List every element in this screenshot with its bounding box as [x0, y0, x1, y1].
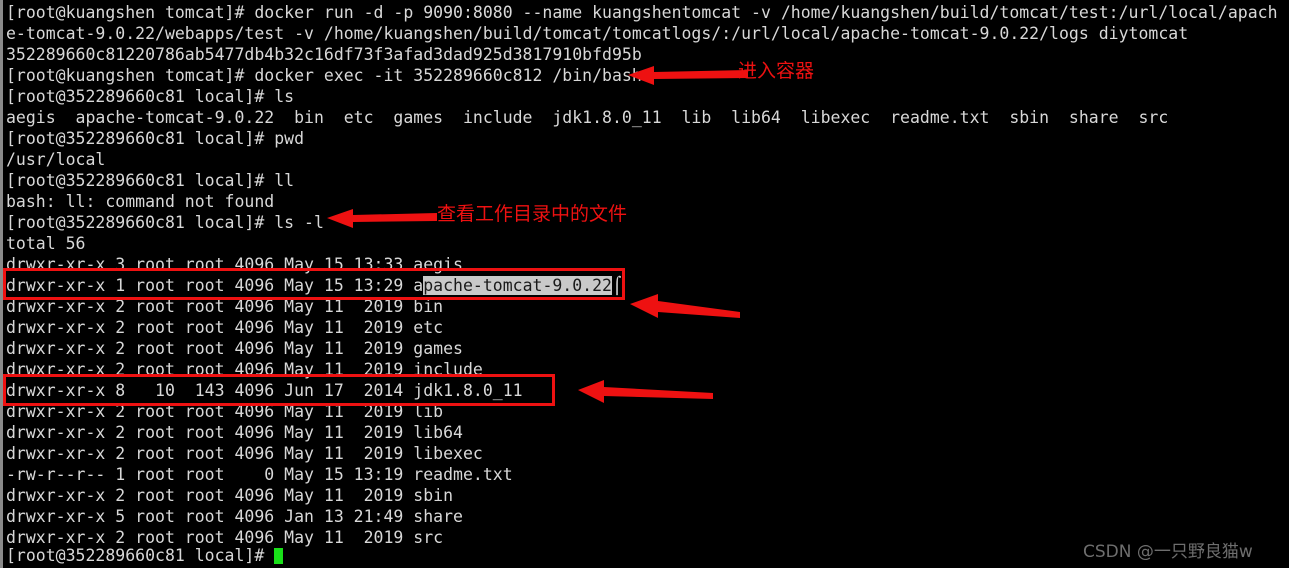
terminal-line: drwxr-xr-x 2 root root 4096 May 11 2019 …: [6, 402, 444, 421]
terminal-line: drwxr-xr-x 2 root root 4096 May 11 2019 …: [6, 486, 454, 505]
csdn-watermark: CSDN @一只野良猫w: [1083, 542, 1253, 562]
annotation-arrow-enter-container: [628, 66, 748, 85]
terminal-line: [root@kuangshen tomcat]# docker exec -it…: [6, 66, 642, 85]
terminal-line: drwxr-xr-x 2 root root 4096 May 11 2019 …: [6, 444, 483, 463]
annotation-arrow-jdk: [578, 380, 713, 403]
terminal-line: bash: ll: command not found: [6, 192, 275, 211]
terminal-window[interactable]: [root@kuangshen tomcat]# docker run -d -…: [0, 0, 1289, 568]
terminal-line: /usr/local: [6, 150, 106, 169]
terminal-line-selected: drwxr-xr-x 1 root root 4096 May 15 13:29…: [6, 275, 622, 296]
terminal-line: drwxr-xr-x 2 root root 4096 May 11 2019 …: [6, 360, 483, 379]
terminal-line: drwxr-xr-x 2 root root 4096 May 11 2019 …: [6, 423, 463, 442]
terminal-line: drwxr-xr-x 5 root root 4096 Jan 13 21:49…: [6, 507, 463, 526]
annotation-enter-container: 进入容器: [738, 60, 815, 82]
terminal-line: [root@352289660c81 local]# pwd: [6, 129, 305, 148]
terminal-line: drwxr-xr-x 8 10 143 4096 Jun 17 2014 jdk…: [6, 381, 523, 400]
terminal-line: e-tomcat-9.0.22/webapps/test -v /home/ku…: [6, 24, 1189, 43]
terminal-line: -rw-r--r-- 1 root root 0 May 15 13:19 re…: [6, 465, 513, 484]
terminal-line: drwxr-xr-x 3 root root 4096 May 15 13:33…: [6, 255, 463, 274]
terminal-line-prefix: drwxr-xr-x 1 root root 4096 May 15 13:29…: [6, 276, 424, 295]
terminal-line: drwxr-xr-x 2 root root 4096 May 11 2019 …: [6, 318, 444, 337]
terminal-line: aegis apache-tomcat-9.0.22 bin etc games…: [6, 108, 1169, 127]
annotation-list-working-dir-files: 查看工作目录中的文件: [437, 203, 628, 225]
terminal-line: drwxr-xr-x 2 root root 4096 May 11 2019 …: [6, 297, 444, 316]
annotation-arrow-apache-tomcat: [630, 294, 740, 318]
annotation-arrow-list-files: [327, 209, 437, 228]
cursor-block-icon: [274, 548, 284, 564]
terminal-line: [root@kuangshen tomcat]# docker run -d -…: [6, 3, 1278, 22]
terminal-line: [root@352289660c81 local]# ls -l: [6, 213, 324, 232]
text-cursor-icon: ⌠: [611, 276, 622, 295]
prompt-text: [root@352289660c81 local]#: [6, 546, 275, 565]
selected-text[interactable]: pache-tomcat-9.0.22: [423, 276, 612, 295]
terminal-line: total 56: [6, 234, 86, 253]
terminal-line: drwxr-xr-x 2 root root 4096 May 11 2019 …: [6, 339, 463, 358]
terminal-prompt-line: [root@352289660c81 local]#: [6, 545, 284, 566]
terminal-line: [root@352289660c81 local]# ll: [6, 171, 295, 190]
terminal-line: [root@352289660c81 local]# ls: [6, 87, 295, 106]
terminal-line: 352289660c81220786ab5477db4b32c16df73f3a…: [6, 45, 642, 64]
terminal-left-rail: [0, 0, 3, 568]
